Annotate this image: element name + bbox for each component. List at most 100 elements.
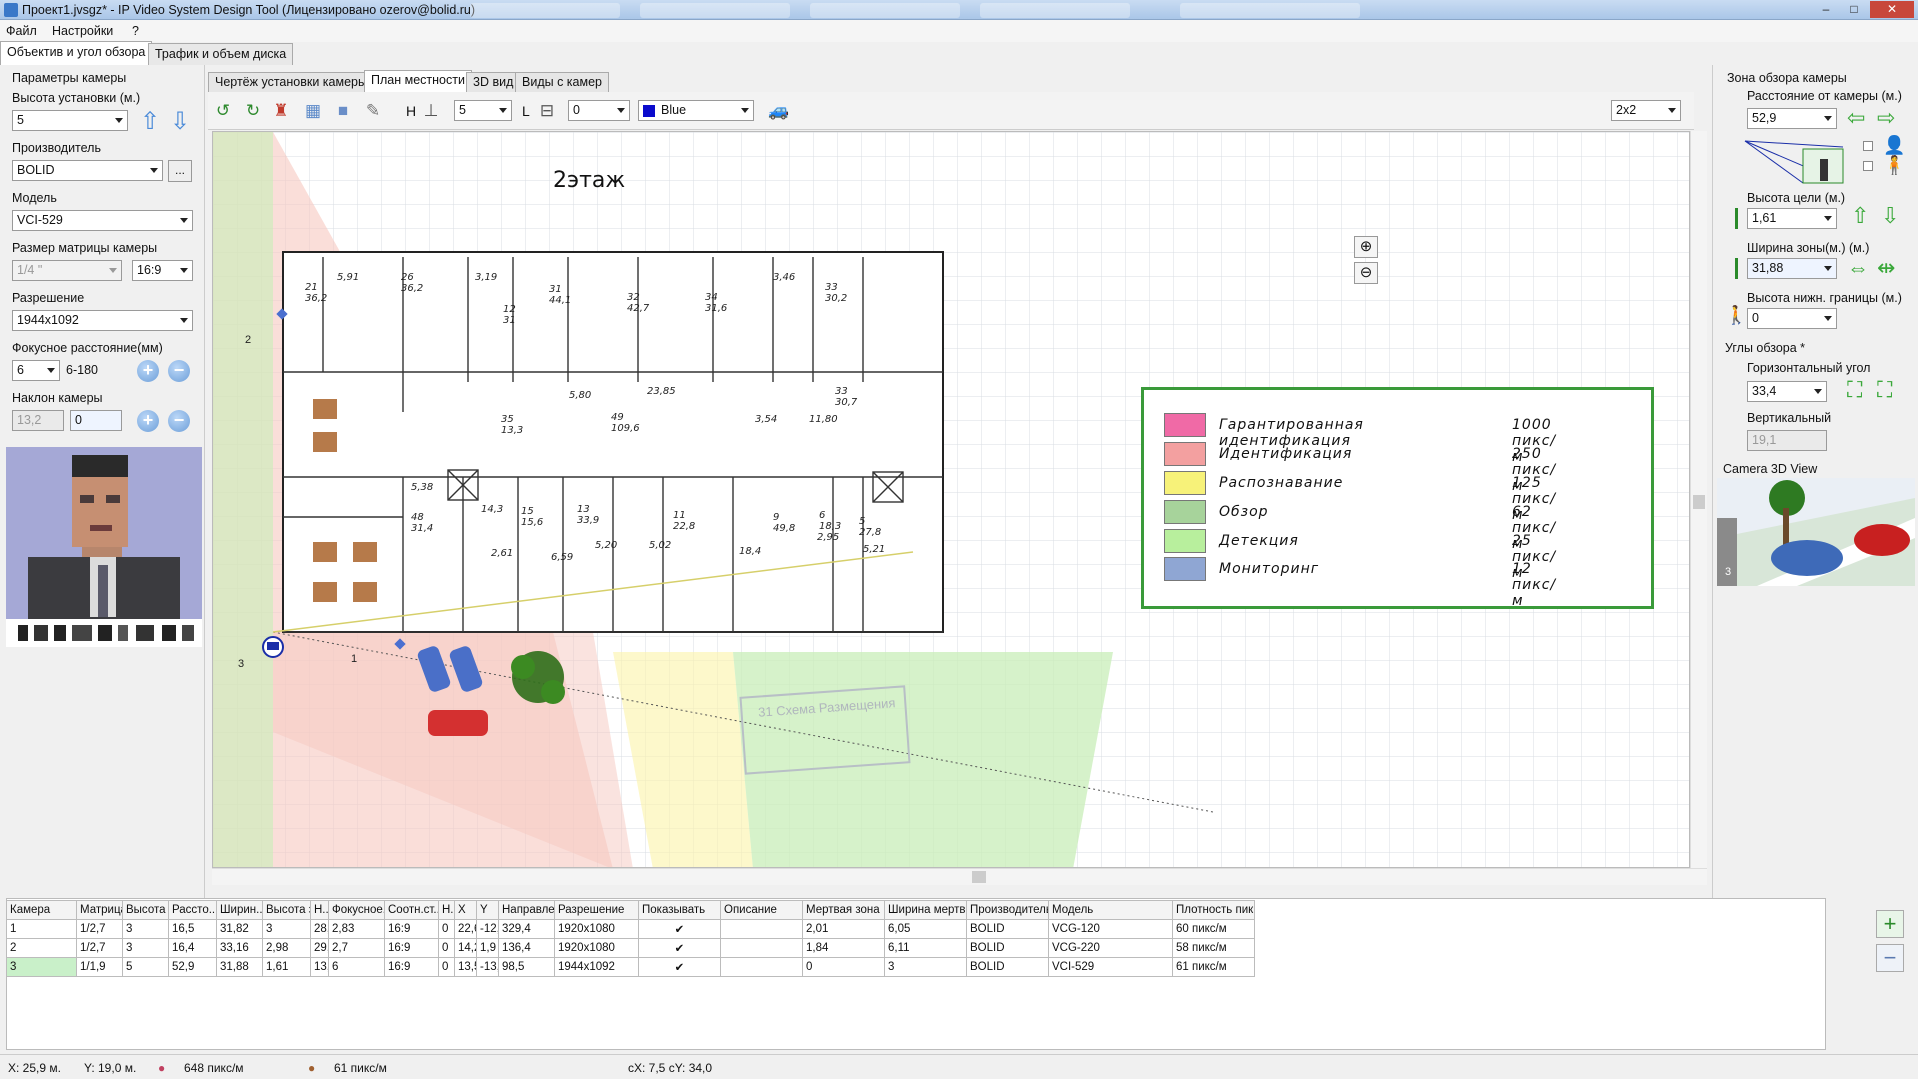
lower-bound-select[interactable]: 0 bbox=[1747, 308, 1837, 329]
rotate-right-icon[interactable]: ↻ bbox=[242, 101, 264, 121]
add-camera-button[interactable]: + bbox=[1876, 910, 1904, 938]
status-density-2: 61 пикс/м bbox=[334, 1061, 387, 1075]
model-select[interactable]: VCI-529 bbox=[12, 210, 193, 231]
tab-drawing[interactable]: Чертёж установки камеры bbox=[208, 72, 374, 92]
focal-plus-button[interactable]: + bbox=[137, 360, 159, 382]
focal-minus-button[interactable]: − bbox=[168, 360, 190, 382]
show-checkbox[interactable]: ✔ bbox=[638, 919, 721, 939]
target-height-select[interactable]: 1,61 bbox=[1747, 208, 1837, 229]
zone-width-select[interactable]: 31,88 bbox=[1747, 258, 1837, 279]
column-header[interactable]: Н... bbox=[438, 900, 455, 920]
matrix-select[interactable]: 1/4 " bbox=[12, 260, 122, 281]
fill-icon[interactable]: ■ bbox=[332, 101, 354, 121]
column-header[interactable]: Направле... bbox=[498, 900, 555, 920]
length-ruler-icon: ⊟ bbox=[539, 101, 555, 120]
focal-select[interactable]: 6 bbox=[12, 360, 60, 381]
table-row[interactable]: 11/2,7316,531,82328,12,8316:9022,6-12,13… bbox=[6, 919, 1255, 939]
resolution-select[interactable]: 1944x1092 bbox=[12, 310, 193, 331]
minimize-button[interactable]: – bbox=[1812, 1, 1840, 18]
column-header[interactable]: Производитель bbox=[966, 900, 1049, 920]
layout-select[interactable]: 2x2 bbox=[1611, 100, 1681, 121]
focal-value: 6 bbox=[17, 363, 24, 377]
arrow-up-icon[interactable]: ⇧ bbox=[1851, 203, 1869, 229]
shrink-icon[interactable]: ⇹ bbox=[1877, 255, 1895, 281]
column-header[interactable]: Модель bbox=[1048, 900, 1173, 920]
table-cell: 2 bbox=[6, 938, 77, 958]
column-header[interactable]: X bbox=[454, 900, 477, 920]
column-header[interactable]: Мертвая зона bbox=[802, 900, 885, 920]
zoom-out-icon[interactable]: ⊖ bbox=[1354, 262, 1378, 284]
expand-icon[interactable]: ⇔ bbox=[1847, 255, 1869, 281]
tilt-plus-button[interactable]: + bbox=[137, 410, 159, 432]
column-header[interactable]: Ширина мертв... bbox=[884, 900, 967, 920]
arrow-up-icon[interactable]: ⇧ bbox=[140, 107, 160, 136]
h-select[interactable]: 5 bbox=[454, 100, 512, 121]
menu-file[interactable]: Файл bbox=[6, 24, 37, 38]
arrow-right-icon[interactable]: ⇨ bbox=[1877, 105, 1895, 131]
column-header[interactable]: Y bbox=[476, 900, 499, 920]
maximize-button[interactable]: □ bbox=[1840, 1, 1868, 18]
close-button[interactable]: ✕ bbox=[1870, 1, 1914, 18]
table-row[interactable]: 21/2,7316,433,162,9829,32,716:9014,21,91… bbox=[6, 938, 1255, 958]
grid-icon[interactable]: ▦ bbox=[302, 101, 324, 121]
column-header[interactable]: Высота з... bbox=[262, 900, 311, 920]
column-header[interactable]: Плотность пик... bbox=[1172, 900, 1255, 920]
table-row[interactable]: 31/1,9552,931,881,6113,2616:9013,5-13,59… bbox=[6, 957, 1255, 977]
tab-lens[interactable]: Объектив и угол обзора bbox=[0, 41, 153, 65]
column-header[interactable]: Соотн.ст... bbox=[384, 900, 439, 920]
column-header[interactable]: Разрешение bbox=[554, 900, 639, 920]
face-checkbox[interactable] bbox=[1863, 141, 1873, 151]
color-select[interactable]: Blue bbox=[638, 100, 754, 121]
pan-input[interactable]: 0 bbox=[70, 410, 122, 431]
arrow-down-icon[interactable]: ⇩ bbox=[170, 107, 190, 136]
v-angle-label: Вертикальный bbox=[1747, 411, 1832, 425]
tab-traffic[interactable]: Трафик и объем диска bbox=[148, 43, 294, 65]
height-select[interactable]: 5 bbox=[12, 110, 128, 131]
tab-site-plan[interactable]: План местности bbox=[364, 70, 472, 92]
camera-3d-view[interactable]: 3 bbox=[1717, 478, 1915, 586]
column-header[interactable]: Матрица bbox=[76, 900, 123, 920]
angle-shrink-icon[interactable]: ⛶ bbox=[1877, 377, 1892, 403]
aspect-select[interactable]: 16:9 bbox=[132, 260, 193, 281]
body-checkbox[interactable] bbox=[1863, 161, 1873, 171]
column-header[interactable]: Рассто... bbox=[168, 900, 217, 920]
menu-settings[interactable]: Настройки bbox=[52, 24, 113, 38]
maker-browse-button[interactable]: ... bbox=[168, 160, 192, 182]
aspect-value: 16:9 bbox=[137, 263, 162, 277]
column-header[interactable]: Фокусное... bbox=[328, 900, 385, 920]
tab-camera-views[interactable]: Виды с камер bbox=[515, 72, 609, 92]
h-angle-select[interactable]: 33,4 bbox=[1747, 381, 1827, 402]
l-select[interactable]: 0 bbox=[568, 100, 630, 121]
angle-expand-icon[interactable]: ⛶ bbox=[1847, 377, 1862, 403]
tilt-minus-button[interactable]: − bbox=[168, 410, 190, 432]
v-angle-input[interactable]: 19,1 bbox=[1747, 430, 1827, 451]
person-height-icon[interactable]: ♜ bbox=[270, 101, 292, 121]
horizontal-scrollbar[interactable] bbox=[212, 868, 1707, 885]
scroll-thumb[interactable] bbox=[1693, 495, 1705, 509]
vertical-scrollbar[interactable] bbox=[1690, 131, 1707, 868]
show-checkbox[interactable]: ✔ bbox=[638, 957, 721, 977]
maker-select[interactable]: BOLID bbox=[12, 160, 163, 181]
remove-camera-button[interactable]: − bbox=[1876, 944, 1904, 972]
zoom-in-icon[interactable]: ⊕ bbox=[1354, 236, 1378, 258]
eraser-icon[interactable]: ✎ bbox=[362, 101, 384, 121]
table-cell: 22,6 bbox=[454, 919, 477, 939]
tab-3d[interactable]: 3D вид bbox=[466, 72, 521, 92]
menu-help[interactable]: ? bbox=[132, 24, 139, 38]
column-header[interactable]: Показывать bbox=[638, 900, 721, 920]
window-title: Проект1.jvsgz* - IP Video System Design … bbox=[22, 3, 476, 17]
column-header[interactable]: Камера bbox=[6, 900, 77, 920]
arrow-left-icon[interactable]: ⇦ bbox=[1847, 105, 1865, 131]
car-icon[interactable]: 🚙 bbox=[768, 101, 790, 121]
show-checkbox[interactable]: ✔ bbox=[638, 938, 721, 958]
rotate-left-icon[interactable]: ↺ bbox=[212, 101, 234, 121]
column-header[interactable]: Высота ... bbox=[122, 900, 169, 920]
distance-select[interactable]: 52,9 bbox=[1747, 108, 1837, 129]
scroll-thumb[interactable] bbox=[972, 871, 986, 883]
tilt-input[interactable]: 13,2 bbox=[12, 410, 64, 431]
column-header[interactable]: Описание bbox=[720, 900, 803, 920]
arrow-down-icon[interactable]: ⇩ bbox=[1881, 203, 1899, 229]
column-header[interactable]: Н... bbox=[310, 900, 329, 920]
column-header[interactable]: Ширин... bbox=[216, 900, 263, 920]
table-cell: VCG-120 bbox=[1048, 919, 1173, 939]
